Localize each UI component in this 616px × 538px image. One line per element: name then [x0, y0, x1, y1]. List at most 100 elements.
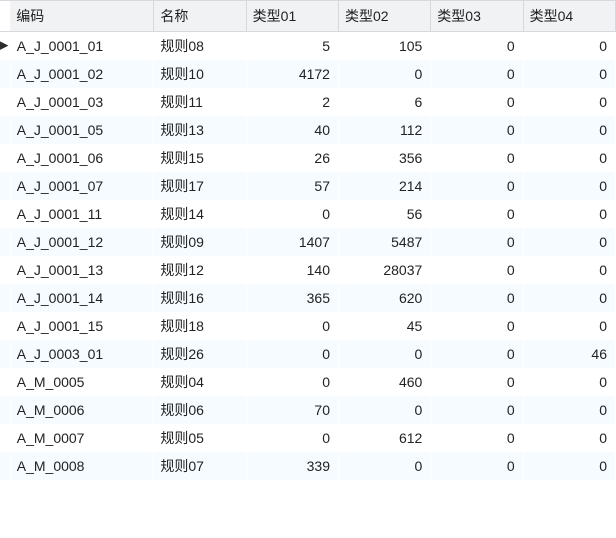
- cell-type04[interactable]: 0: [523, 88, 615, 116]
- cell-code[interactable]: A_J_0001_11: [10, 200, 154, 228]
- cell-type03[interactable]: 0: [431, 200, 523, 228]
- cell-type04[interactable]: 0: [523, 396, 615, 424]
- cell-type01[interactable]: 5: [246, 32, 338, 61]
- table-row[interactable]: A_J_0001_13规则121402803700: [0, 256, 616, 284]
- cell-type04[interactable]: 0: [523, 200, 615, 228]
- table-row[interactable]: A_J_0001_05规则134011200: [0, 116, 616, 144]
- cell-type01[interactable]: 365: [246, 284, 338, 312]
- cell-type02[interactable]: 0: [338, 396, 430, 424]
- cell-type01[interactable]: 339: [246, 452, 338, 480]
- table-row[interactable]: A_J_0001_02规则104172000: [0, 60, 616, 88]
- cell-type04[interactable]: 0: [523, 312, 615, 340]
- table-row[interactable]: A_J_0001_03规则112600: [0, 88, 616, 116]
- cell-type04[interactable]: 0: [523, 32, 615, 61]
- cell-type01[interactable]: 0: [246, 368, 338, 396]
- cell-type04[interactable]: 0: [523, 116, 615, 144]
- cell-name[interactable]: 规则12: [154, 256, 246, 284]
- cell-type04[interactable]: 0: [523, 452, 615, 480]
- table-row[interactable]: ▶A_J_0001_01规则08510500: [0, 32, 616, 61]
- cell-type02[interactable]: 460: [338, 368, 430, 396]
- cell-type03[interactable]: 0: [431, 424, 523, 452]
- cell-type01[interactable]: 70: [246, 396, 338, 424]
- cell-name[interactable]: 规则26: [154, 340, 246, 368]
- cell-type03[interactable]: 0: [431, 144, 523, 172]
- cell-name[interactable]: 规则13: [154, 116, 246, 144]
- cell-code[interactable]: A_J_0001_07: [10, 172, 154, 200]
- cell-type02[interactable]: 56: [338, 200, 430, 228]
- cell-type03[interactable]: 0: [431, 256, 523, 284]
- data-grid[interactable]: 编码 名称 类型01 类型02 类型03 类型04 ▶A_J_0001_01规则…: [0, 0, 616, 480]
- cell-code[interactable]: A_J_0001_15: [10, 312, 154, 340]
- table-row[interactable]: A_J_0003_01规则2600046: [0, 340, 616, 368]
- cell-code[interactable]: A_J_0001_13: [10, 256, 154, 284]
- cell-type02[interactable]: 0: [338, 452, 430, 480]
- cell-code[interactable]: A_J_0001_01: [10, 32, 154, 61]
- cell-type03[interactable]: 0: [431, 396, 523, 424]
- column-header-type02[interactable]: 类型02: [338, 1, 430, 32]
- cell-code[interactable]: A_J_0001_14: [10, 284, 154, 312]
- cell-name[interactable]: 规则05: [154, 424, 246, 452]
- cell-code[interactable]: A_J_0001_03: [10, 88, 154, 116]
- cell-type02[interactable]: 356: [338, 144, 430, 172]
- table-row[interactable]: A_M_0006规则0670000: [0, 396, 616, 424]
- cell-type03[interactable]: 0: [431, 452, 523, 480]
- cell-name[interactable]: 规则08: [154, 32, 246, 61]
- cell-type01[interactable]: 0: [246, 312, 338, 340]
- cell-type01[interactable]: 0: [246, 424, 338, 452]
- cell-type02[interactable]: 105: [338, 32, 430, 61]
- cell-type02[interactable]: 612: [338, 424, 430, 452]
- cell-type03[interactable]: 0: [431, 368, 523, 396]
- cell-type04[interactable]: 0: [523, 284, 615, 312]
- cell-name[interactable]: 规则16: [154, 284, 246, 312]
- cell-code[interactable]: A_J_0001_12: [10, 228, 154, 256]
- cell-type01[interactable]: 1407: [246, 228, 338, 256]
- cell-code[interactable]: A_M_0008: [10, 452, 154, 480]
- column-header-code[interactable]: 编码: [10, 1, 154, 32]
- cell-type01[interactable]: 0: [246, 340, 338, 368]
- cell-type03[interactable]: 0: [431, 88, 523, 116]
- cell-name[interactable]: 规则18: [154, 312, 246, 340]
- table-row[interactable]: A_J_0001_12规则091407548700: [0, 228, 616, 256]
- table-row[interactable]: A_J_0001_11规则1405600: [0, 200, 616, 228]
- cell-type02[interactable]: 0: [338, 60, 430, 88]
- cell-type02[interactable]: 28037: [338, 256, 430, 284]
- table-row[interactable]: A_M_0007规则05061200: [0, 424, 616, 452]
- cell-type04[interactable]: 0: [523, 60, 615, 88]
- cell-type04[interactable]: 0: [523, 144, 615, 172]
- cell-type02[interactable]: 45: [338, 312, 430, 340]
- cell-type04[interactable]: 46: [523, 340, 615, 368]
- cell-type02[interactable]: 112: [338, 116, 430, 144]
- table-row[interactable]: A_J_0001_06规则152635600: [0, 144, 616, 172]
- table-row[interactable]: A_J_0001_14规则1636562000: [0, 284, 616, 312]
- cell-type04[interactable]: 0: [523, 256, 615, 284]
- table-row[interactable]: A_J_0001_15规则1804500: [0, 312, 616, 340]
- cell-name[interactable]: 规则10: [154, 60, 246, 88]
- column-header-name[interactable]: 名称: [154, 1, 246, 32]
- cell-type03[interactable]: 0: [431, 228, 523, 256]
- cell-type03[interactable]: 0: [431, 312, 523, 340]
- cell-name[interactable]: 规则14: [154, 200, 246, 228]
- cell-name[interactable]: 规则11: [154, 88, 246, 116]
- cell-code[interactable]: A_J_0001_05: [10, 116, 154, 144]
- cell-type01[interactable]: 57: [246, 172, 338, 200]
- cell-name[interactable]: 规则04: [154, 368, 246, 396]
- cell-code[interactable]: A_M_0005: [10, 368, 154, 396]
- cell-name[interactable]: 规则07: [154, 452, 246, 480]
- cell-type03[interactable]: 0: [431, 116, 523, 144]
- column-header-type04[interactable]: 类型04: [523, 1, 615, 32]
- cell-code[interactable]: A_J_0003_01: [10, 340, 154, 368]
- cell-type01[interactable]: 26: [246, 144, 338, 172]
- cell-type03[interactable]: 0: [431, 172, 523, 200]
- cell-code[interactable]: A_J_0001_06: [10, 144, 154, 172]
- cell-name[interactable]: 规则17: [154, 172, 246, 200]
- cell-type02[interactable]: 214: [338, 172, 430, 200]
- table-row[interactable]: A_J_0001_07规则175721400: [0, 172, 616, 200]
- cell-type01[interactable]: 2: [246, 88, 338, 116]
- cell-type04[interactable]: 0: [523, 368, 615, 396]
- cell-type01[interactable]: 40: [246, 116, 338, 144]
- cell-name[interactable]: 规则15: [154, 144, 246, 172]
- cell-type01[interactable]: 4172: [246, 60, 338, 88]
- cell-type04[interactable]: 0: [523, 172, 615, 200]
- cell-name[interactable]: 规则09: [154, 228, 246, 256]
- cell-code[interactable]: A_M_0006: [10, 396, 154, 424]
